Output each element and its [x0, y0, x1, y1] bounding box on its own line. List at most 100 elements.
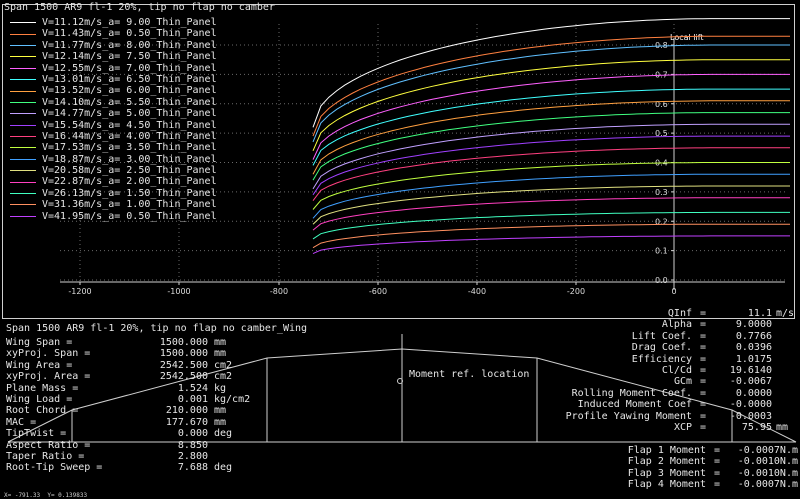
legend-item: V=13.01m/s_a= 6.50_Thin_Panel — [10, 74, 217, 85]
aero-label: Induced Moment Coef — [577, 399, 692, 411]
property-label: xyProj. Area = — [6, 371, 91, 383]
property-value: 8.850 — [177, 439, 208, 451]
property-label: Taper Ratio = — [6, 450, 85, 462]
property-unit: mm — [214, 416, 227, 428]
aero-label: Drag Coef. — [631, 342, 692, 354]
plot-title: Span 1500 AR9 fl-1 20%, tip no flap no c… — [4, 2, 275, 13]
legend-label: V=41.95m/s_a= 0.50_Thin_Panel — [42, 210, 217, 222]
aero-value: 9.0000 — [735, 319, 772, 331]
property-unit: deg — [214, 462, 233, 474]
aero-equals: = — [699, 387, 707, 399]
aero-equals: = — [699, 353, 707, 365]
property-value: 1.524 — [177, 382, 208, 394]
property-row: Plane Mass = 1.524 kg — [6, 383, 250, 394]
aero-label: XCP — [673, 421, 692, 433]
aero-value: -0.0003 — [729, 410, 772, 422]
flap-value: -0.0007N.m — [737, 479, 798, 491]
aero-row: XCP = 75.95 mm — [566, 422, 798, 433]
legend-swatch — [10, 44, 36, 46]
property-label: Wing Span = — [6, 337, 73, 348]
property-value: 2542.500 — [159, 371, 208, 383]
property-row: Root-Tip Sweep = 7.688 deg — [6, 462, 250, 473]
aero-label: Lift Coef. — [631, 330, 692, 342]
property-label: MAC = — [6, 416, 37, 428]
legend-item: V=41.95m/s_a= 0.50_Thin_Panel — [10, 211, 217, 222]
property-row: MAC = 177.670 mm — [6, 417, 250, 428]
flap-moments: Flap 1 Moment = -0.0007N.m Flap 2 Moment = -0… — [628, 445, 798, 491]
aero-unit — [772, 342, 798, 353]
legend-item: V=18.87m/s_a= 3.00_Thin_Panel — [10, 154, 217, 165]
property-label: xyProj. Span = — [6, 348, 91, 360]
moment-ref-label: Moment ref. location — [409, 369, 529, 380]
legend-label: V=20.58m/s_a= 2.50_Thin_Panel — [42, 165, 217, 177]
legend-swatch — [10, 215, 36, 217]
legend-label: V=13.01m/s_a= 6.50_Thin_Panel — [42, 73, 217, 85]
aero-row: Profile Yawing Moment = -0.0003 — [566, 411, 798, 422]
aero-row: Induced Moment Coef = -0.0000 — [566, 399, 798, 410]
legend-label: V=14.10m/s_a= 5.50_Thin_Panel — [42, 96, 217, 108]
legend: V=11.12m/s_a= 9.00_Thin_Panel V=11.43m/s_… — [10, 17, 217, 222]
property-row: xyProj. Span = 1500.000 mm — [6, 348, 250, 359]
property-unit — [208, 440, 214, 451]
legend-item: V=11.77m/s_a= 8.00_Thin_Panel — [10, 40, 217, 51]
aero-equals: = — [699, 308, 707, 319]
legend-swatch — [10, 67, 36, 69]
wing-title: Span 1500 AR9 fl-1 20%, tip no flap no c… — [6, 323, 308, 334]
aero-value: 0.0000 — [735, 387, 772, 399]
property-row: Wing Area = 2542.500 cm2 — [6, 360, 250, 371]
property-label: Aspect Ratio = — [6, 439, 91, 451]
aero-equals: = — [699, 376, 707, 388]
aero-label: Cl/Cd — [661, 364, 692, 376]
flap-row: Flap 2 Moment = -0.0010N.m — [628, 456, 798, 467]
aero-row: Alpha = 9.0000 — [566, 319, 798, 330]
legend-label: V=11.12m/s_a= 9.00_Thin_Panel — [42, 17, 217, 28]
property-row: Root Chord = 210.000 mm — [6, 405, 250, 416]
property-label: Root-Tip Sweep = — [6, 462, 103, 474]
legend-label: V=26.13m/s_a= 1.50_Thin_Panel — [42, 187, 217, 199]
flap-equals: = — [713, 467, 721, 479]
legend-label: V=16.44m/s_a= 4.00_Thin_Panel — [42, 130, 217, 142]
flap-label: Flap 3 Moment — [627, 467, 706, 479]
flap-equals: = — [713, 456, 721, 468]
aero-equals: = — [699, 319, 707, 331]
aero-unit — [772, 365, 798, 376]
legend-label: V=17.53m/s_a= 3.50_Thin_Panel — [42, 142, 217, 154]
flap-label: Flap 2 Moment — [627, 456, 706, 468]
legend-label: V=22.87m/s_a= 2.00_Thin_Panel — [42, 176, 217, 188]
aero-equals: = — [699, 330, 707, 342]
aero-label: QInf — [667, 308, 692, 319]
aero-label: Rolling Moment Coef. — [571, 387, 692, 399]
aero-equals: = — [699, 399, 707, 411]
aero-value: 0.0396 — [735, 342, 772, 354]
property-label: Root Chord = — [6, 405, 79, 417]
aero-row: Lift Coef. = 0.7766 — [566, 331, 798, 342]
aero-unit: m/s — [776, 308, 795, 319]
legend-swatch — [10, 124, 36, 126]
legend-item: V=12.14m/s_a= 7.50_Thin_Panel — [10, 51, 217, 62]
flap-label: Flap 4 Moment — [627, 479, 706, 491]
legend-swatch — [10, 136, 36, 138]
property-value: 1500.000 — [159, 337, 208, 348]
property-value: 2.800 — [177, 450, 208, 462]
property-value: 2542.500 — [159, 359, 208, 371]
flap-row: Flap 3 Moment = -0.0010N.m — [628, 468, 798, 479]
aero-unit — [772, 388, 798, 399]
aero-equals: = — [699, 342, 707, 354]
legend-swatch — [10, 22, 36, 24]
aero-unit — [772, 376, 798, 387]
legend-label: V=12.55m/s_a= 7.00_Thin_Panel — [42, 62, 217, 74]
aero-row: Efficiency = 1.0175 — [566, 354, 798, 365]
aero-unit — [772, 319, 798, 330]
legend-label: V=13.52m/s_a= 6.00_Thin_Panel — [42, 85, 217, 97]
property-label: TipTwist = — [6, 428, 67, 440]
aero-label: Profile Yawing Moment — [565, 410, 692, 422]
legend-item: V=31.36m/s_a= 1.00_Thin_Panel — [10, 199, 217, 210]
property-label: Wing Load = — [6, 393, 73, 405]
flap-row: Flap 1 Moment = -0.0007N.m — [628, 445, 798, 456]
flap-value: -0.0010N.m — [737, 456, 798, 468]
wing-properties: Wing Span = 1500.000 mm xyProj. Span = 1500.… — [6, 337, 250, 474]
legend-item: V=20.58m/s_a= 2.50_Thin_Panel — [10, 165, 217, 176]
legend-item: V=11.12m/s_a= 9.00_Thin_Panel — [10, 17, 217, 28]
property-unit: mm — [214, 348, 227, 360]
aero-coefficients: QInf = 11.1 m/s Alpha = 9.0000 Lift Coef. = 0.776… — [566, 308, 798, 433]
